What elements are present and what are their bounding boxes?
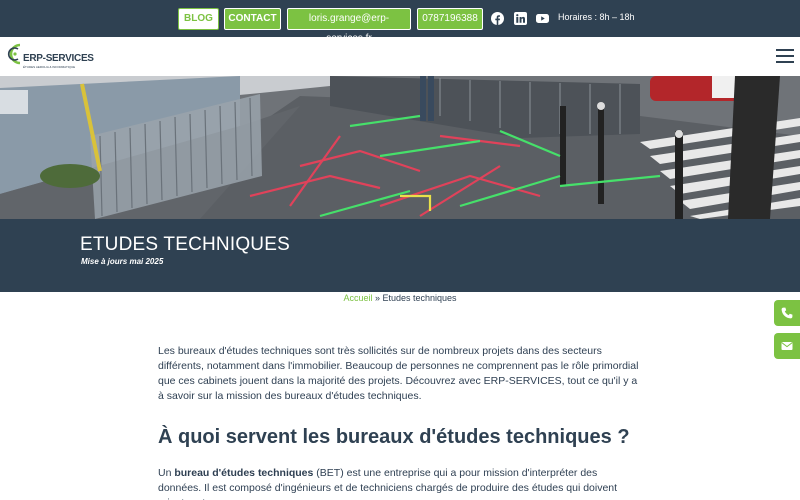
paragraph-text: Un <box>158 467 175 479</box>
floating-mail-button[interactable] <box>774 333 800 359</box>
phone-icon <box>781 307 793 319</box>
opening-hours: Horaires : 8h – 18h <box>558 12 635 22</box>
facebook-icon[interactable] <box>491 12 504 25</box>
section-heading: À quoi servent les bureaux d'études tech… <box>158 426 630 448</box>
top-bar: BLOG CONTACT loris.grange@erp-services.f… <box>0 0 800 44</box>
section-paragraph: Un bureau d'études techniques (BET) est … <box>158 466 642 500</box>
logo-tagline: ÉTUDES AEROLIA & INFORMATIQUE <box>23 65 76 69</box>
breadcrumb-home-link[interactable]: Accueil <box>343 293 372 303</box>
intro-paragraph: Les bureaux d'études techniques sont trè… <box>158 345 639 402</box>
breadcrumb-current: Etudes techniques <box>382 293 457 303</box>
site-header: ERP-SERVICES ÉTUDES AEROLIA & INFORMATIQ… <box>0 37 800 76</box>
page-update-date: Mise à jours mai 2025 <box>81 257 164 266</box>
menu-burger-icon[interactable] <box>776 49 794 63</box>
mail-icon <box>781 342 793 350</box>
linkedin-icon[interactable] <box>514 12 527 25</box>
paragraph-bold-term: bureau d'études techniques <box>174 467 314 479</box>
blog-button[interactable]: BLOG <box>178 8 219 30</box>
page-title-banner: ETUDES TECHNIQUES Mise à jours mai 2025 <box>0 219 800 292</box>
floating-phone-button[interactable] <box>774 300 800 326</box>
logo-text: ERP-SERVICES <box>23 53 94 64</box>
youtube-icon[interactable] <box>536 12 549 25</box>
breadcrumb-separator: » <box>372 293 383 303</box>
breadcrumb: Accueil » Etudes techniques <box>0 293 800 303</box>
hero-image <box>0 76 800 219</box>
article-intro: Les bureaux d'études techniques sont trè… <box>158 344 642 404</box>
phone-button[interactable]: 0787196388 <box>417 8 483 30</box>
site-logo[interactable]: ERP-SERVICES ÉTUDES AEROLIA & INFORMATIQ… <box>6 40 94 72</box>
email-button[interactable]: loris.grange@erp-services.fr <box>287 8 411 44</box>
page-title: ETUDES TECHNIQUES <box>80 234 290 255</box>
contact-button[interactable]: CONTACT <box>224 8 281 30</box>
